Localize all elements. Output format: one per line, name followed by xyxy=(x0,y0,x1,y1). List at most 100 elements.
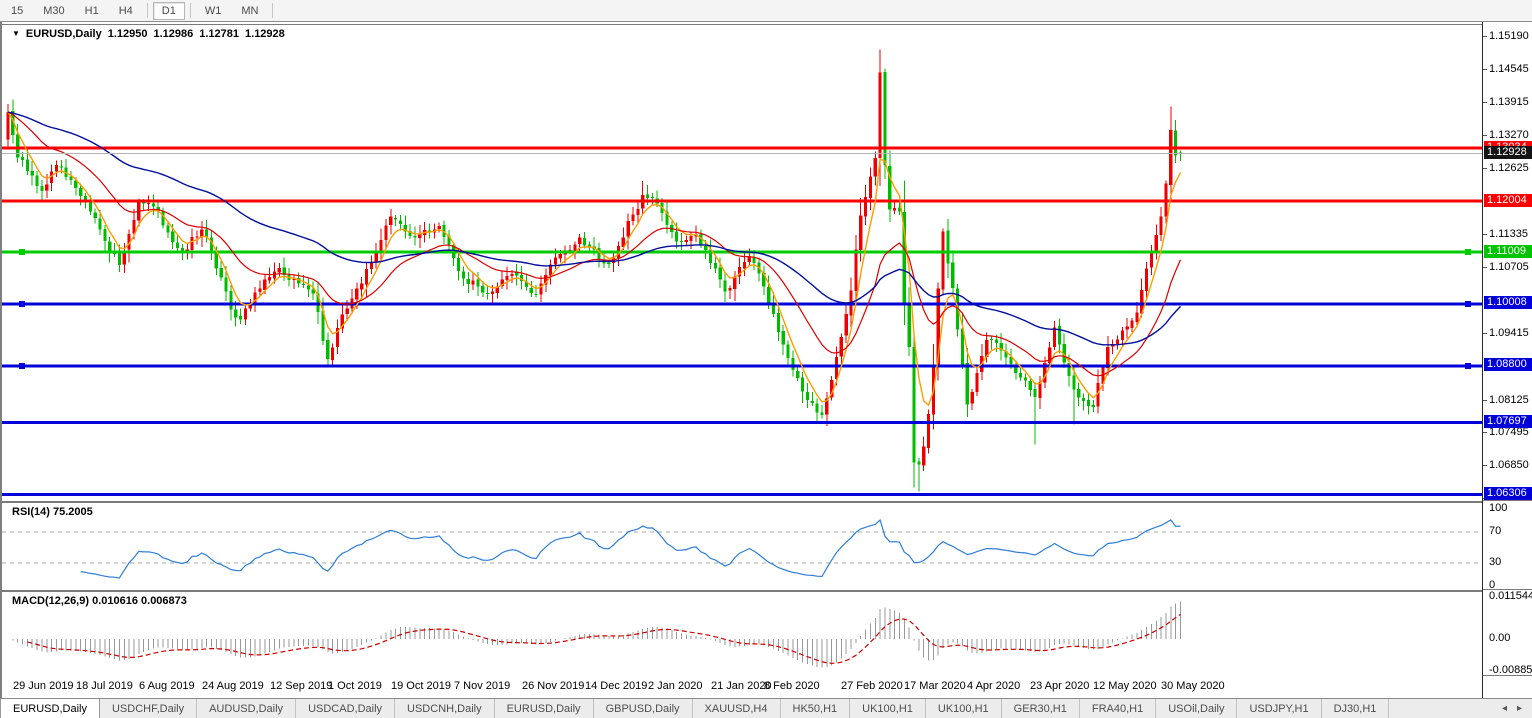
date-label: 23 Apr 2020 xyxy=(1030,680,1089,692)
price-axis[interactable]: 1.151901.145451.139151.132701.126251.113… xyxy=(1482,22,1532,698)
timeframe-button-15[interactable]: 15 xyxy=(2,2,32,20)
symbol-tabbar: EURUSD,DailyUSDCHF,DailyAUDUSD,DailyUSDC… xyxy=(0,698,1532,718)
date-label: 18 Jul 2019 xyxy=(76,680,133,692)
timeframe-button-m30[interactable]: M30 xyxy=(34,2,73,20)
timeframe-button-d1[interactable]: D1 xyxy=(153,2,185,20)
symbol-tab-hk50-h1[interactable]: HK50,H1 xyxy=(781,699,851,718)
price-badge-1.11009: 1.11009 xyxy=(1484,245,1532,258)
symbol-tab-usdjpy-h1[interactable]: USDJPY,H1 xyxy=(1237,699,1321,718)
symbol-tab-ger30-h1[interactable]: GER30,H1 xyxy=(1002,699,1080,718)
macd-axis-label: 0.011544 xyxy=(1489,590,1532,602)
symbol-tab-usdcad-daily[interactable]: USDCAD,Daily xyxy=(296,699,395,718)
price-tickmark xyxy=(1483,102,1487,103)
line-handle[interactable] xyxy=(19,301,25,307)
line-handle[interactable] xyxy=(1465,301,1471,307)
tabs-scroll-right-icon[interactable]: ▸ xyxy=(1517,703,1522,714)
symbol-tab-uk100-h1[interactable]: UK100,H1 xyxy=(926,699,1002,718)
moving-average-5 xyxy=(8,112,1181,405)
chart-window[interactable]: ▼ EURUSD,Daily 1.12950 1.12986 1.12781 1… xyxy=(0,22,1532,698)
price-tickmark xyxy=(1483,400,1487,401)
rsi-indicator-pane[interactable]: RSI(14) 75.2005 xyxy=(2,502,1482,591)
date-label: 1 Oct 2019 xyxy=(328,680,382,692)
date-label: 4 Apr 2020 xyxy=(967,680,1020,692)
symbol-tab-xauusd-h4[interactable]: XAUUSD,H4 xyxy=(693,699,781,718)
date-label: 12 May 2020 xyxy=(1093,680,1157,692)
date-label: 29 Jun 2019 xyxy=(13,680,74,692)
price-tick-label: 1.08125 xyxy=(1489,394,1529,406)
price-badge-1.12004: 1.12004 xyxy=(1484,194,1532,207)
rsi-axis-label: 100 xyxy=(1489,502,1507,514)
date-label: 12 Sep 2019 xyxy=(270,680,332,692)
macd-axis-label: -0.008858 xyxy=(1489,664,1532,676)
toolbar-separator xyxy=(272,3,273,18)
price-tick-label: 1.12625 xyxy=(1489,162,1529,174)
price-tick-label: 1.09415 xyxy=(1489,327,1529,339)
symbol-tab-gbpusd-daily[interactable]: GBPUSD,Daily xyxy=(594,699,693,718)
timeframe-button-w1[interactable]: W1 xyxy=(196,2,231,20)
timeframe-button-mn[interactable]: MN xyxy=(232,2,267,20)
chart-title: ▼ EURUSD,Daily 1.12950 1.12986 1.12781 1… xyxy=(12,28,285,40)
price-tickmark xyxy=(1483,36,1487,37)
price-tick-label: 1.13915 xyxy=(1489,96,1529,108)
chart-symbol-label: EURUSD,Daily xyxy=(26,28,102,40)
line-handle[interactable] xyxy=(1465,363,1471,369)
date-label: 30 May 2020 xyxy=(1161,680,1225,692)
date-label: 19 Oct 2019 xyxy=(391,680,451,692)
ohlc-low-value: 1.12781 xyxy=(199,28,239,40)
price-tickmark xyxy=(1483,234,1487,235)
symbol-tab-uk100-h1[interactable]: UK100,H1 xyxy=(850,699,926,718)
candlesticks xyxy=(6,49,1182,491)
ohlc-open-value: 1.12950 xyxy=(108,28,148,40)
symbol-tab-usoil-daily[interactable]: USOil,Daily xyxy=(1156,699,1237,718)
expand-triangle-icon[interactable]: ▼ xyxy=(12,29,20,38)
date-label: 7 Nov 2019 xyxy=(454,680,510,692)
price-badge-1.10008: 1.10008 xyxy=(1484,296,1532,309)
line-handle[interactable] xyxy=(19,249,25,255)
symbol-tab-audusd-daily[interactable]: AUDUSD,Daily xyxy=(197,699,296,718)
price-tick-label: 1.14545 xyxy=(1489,63,1529,75)
symbol-tab-eurusd-daily[interactable]: EURUSD,Daily xyxy=(0,699,100,718)
toolbar-separator xyxy=(147,3,148,18)
date-label: 26 Nov 2019 xyxy=(522,680,584,692)
tabs-scroll-left-icon[interactable]: ◂ xyxy=(1502,703,1507,714)
price-tickmark xyxy=(1483,465,1487,466)
price-tick-label: 1.10705 xyxy=(1489,261,1529,273)
symbol-tab-fra40-h1[interactable]: FRA40,H1 xyxy=(1080,699,1156,718)
rsi-label: RSI(14) 75.2005 xyxy=(12,506,93,518)
date-label: 17 Mar 2020 xyxy=(904,680,966,692)
date-label: 27 Feb 2020 xyxy=(841,680,903,692)
price-tick-label: 1.11335 xyxy=(1489,228,1528,240)
date-axis[interactable]: 29 Jun 201918 Jul 2019 6 Aug 2019 24 Aug 2… xyxy=(2,676,1482,698)
date-label: 24 Aug 2019 xyxy=(202,680,264,692)
ohlc-close-value: 1.12928 xyxy=(245,28,285,40)
date-label: 14 Dec 2019 xyxy=(585,680,647,692)
macd-axis-label: 0.00 xyxy=(1489,632,1510,644)
line-handle[interactable] xyxy=(19,363,25,369)
price-tick-label: 1.06850 xyxy=(1489,459,1529,471)
macd-indicator-pane[interactable]: MACD(12,26,9) 0.010616 0.006873 xyxy=(2,591,1482,677)
macd-label: MACD(12,26,9) 0.010616 0.006873 xyxy=(12,595,187,607)
timeframe-button-h4[interactable]: H4 xyxy=(110,2,142,20)
symbol-tab-usdchf-daily[interactable]: USDCHF,Daily xyxy=(100,699,197,718)
ohlc-high-value: 1.12986 xyxy=(153,28,193,40)
date-label: 6 Aug 2019 xyxy=(139,680,195,692)
timeframe-toolbar: 15M30H1H4 D1 W1MN xyxy=(0,0,1532,22)
price-tickmark xyxy=(1483,69,1487,70)
price-tick-label: 1.13270 xyxy=(1489,129,1529,141)
price-tickmark xyxy=(1483,432,1487,433)
timeframe-button-h1[interactable]: H1 xyxy=(76,2,108,20)
price-badge-1.12928: 1.12928 xyxy=(1484,146,1532,159)
price-tickmark xyxy=(1483,168,1487,169)
price-badge-1.06306: 1.06306 xyxy=(1484,487,1532,500)
rsi-axis-label: 70 xyxy=(1489,525,1501,537)
symbol-tab-eurusd-daily[interactable]: EURUSD,Daily xyxy=(495,699,594,718)
price-badge-1.08800: 1.08800 xyxy=(1484,358,1532,371)
price-tickmark xyxy=(1483,135,1487,136)
toolbar-separator xyxy=(190,3,191,18)
symbol-tab-usdcnh-daily[interactable]: USDCNH,Daily xyxy=(395,699,495,718)
price-chart-pane[interactable]: ▼ EURUSD,Daily 1.12950 1.12986 1.12781 1… xyxy=(2,24,1482,502)
date-label: 8 Feb 2020 xyxy=(764,680,820,692)
symbol-tab-dj30-h1[interactable]: DJ30,H1 xyxy=(1322,699,1390,718)
line-handle[interactable] xyxy=(1465,249,1471,255)
macd-histogram xyxy=(8,602,1180,668)
